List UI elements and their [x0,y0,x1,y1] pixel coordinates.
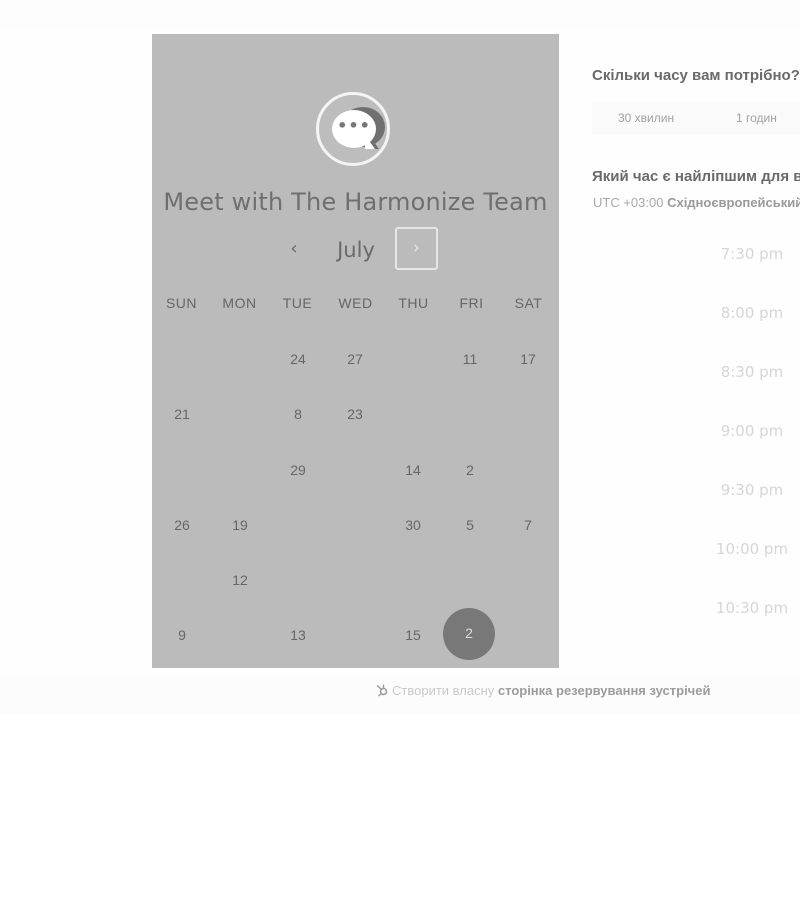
calendar-day[interactable]: 27 [335,349,375,369]
time-slot[interactable]: 10:00 pm [692,540,800,558]
selected-day[interactable]: 2 [443,608,495,660]
weekday-wed: WED [338,295,373,311]
weekday-header: SUN MON TUE WED THU FRI SAT [152,295,559,315]
weekday-thu: THU [398,295,429,311]
page-title: Meet with The Harmonize Team [163,188,548,216]
logo-bubble-tail [365,135,375,149]
footer-bold-text: сторінка резервування зустрічей [497,683,711,698]
booking-options: Скільки часу вам потрібно? 30 хвилин 1 г… [592,60,800,680]
duration-option-1h[interactable]: 1 годин [736,102,777,134]
time-slot[interactable]: 8:30 pm [692,363,800,381]
time-slot[interactable]: 9:30 pm [692,481,800,499]
calendar-day[interactable]: 2 [450,460,490,480]
top-bar [0,0,800,29]
calendar-panel: ••• Meet with The Harmonize Team ‹ July … [152,34,559,668]
timezone-selector[interactable]: UTC +03:00 Східноєвропейський час [593,195,800,210]
calendar-day[interactable]: 24 [278,349,318,369]
weekday-mon: MON [222,295,257,311]
calendar-day[interactable]: 19 [220,515,260,535]
hubspot-sprocket-icon [375,683,389,697]
prev-month-button[interactable]: ‹ [282,235,306,263]
booking-page: ••• Meet with The Harmonize Team ‹ July … [0,0,800,900]
calendar-day[interactable]: 30 [393,515,433,535]
calendar-day[interactable]: 17 [508,349,548,369]
footer: Створити власну сторінка резервування зу… [0,680,800,704]
calendar-day[interactable]: 9 [162,625,202,645]
next-month-button[interactable]: › [395,227,438,270]
calendar-day[interactable]: 8 [278,404,318,424]
chat-bubble-icon: ••• [316,92,390,166]
timezone-name: Східноєвропейський час [667,195,800,210]
time-question: Який час є найліпшим для вас? [592,168,800,185]
weekday-sat: SAT [514,295,543,311]
weekday-fri: FRI [459,295,484,311]
duration-option-30min[interactable]: 30 хвилин [618,102,674,134]
footer-light-text: Створити власну [392,683,495,698]
calendar-day[interactable]: 11 [450,349,490,369]
calendar-day[interactable]: 12 [220,570,260,590]
weekday-tue: TUE [282,295,313,311]
time-slot[interactable]: 10:30 pm [692,599,800,617]
calendar-day[interactable]: 21 [162,404,202,424]
duration-selector: 30 хвилин 1 годин [592,102,800,134]
calendar-day[interactable]: 5 [450,515,490,535]
calendar-day[interactable]: 15 [393,625,433,645]
calendar-day[interactable]: 29 [278,460,318,480]
calendar-day[interactable]: 14 [393,460,433,480]
calendar-day[interactable]: 7 [508,515,548,535]
calendar-day[interactable]: 26 [162,515,202,535]
month-label: July [337,238,375,262]
ellipsis-icon: ••• [337,116,371,135]
duration-question: Скільки часу вам потрібно? [592,67,800,84]
time-slot[interactable]: 7:30 pm [692,245,800,263]
time-slot[interactable]: 9:00 pm [692,422,800,440]
footer-link[interactable]: Створити власну сторінка резервування зу… [375,683,710,698]
weekday-sun: SUN [165,295,198,311]
timezone-offset: UTC +03:00 [593,195,664,210]
calendar-day[interactable]: 13 [278,625,318,645]
calendar-day[interactable]: 23 [335,404,375,424]
time-slot[interactable]: 8:00 pm [692,304,800,322]
